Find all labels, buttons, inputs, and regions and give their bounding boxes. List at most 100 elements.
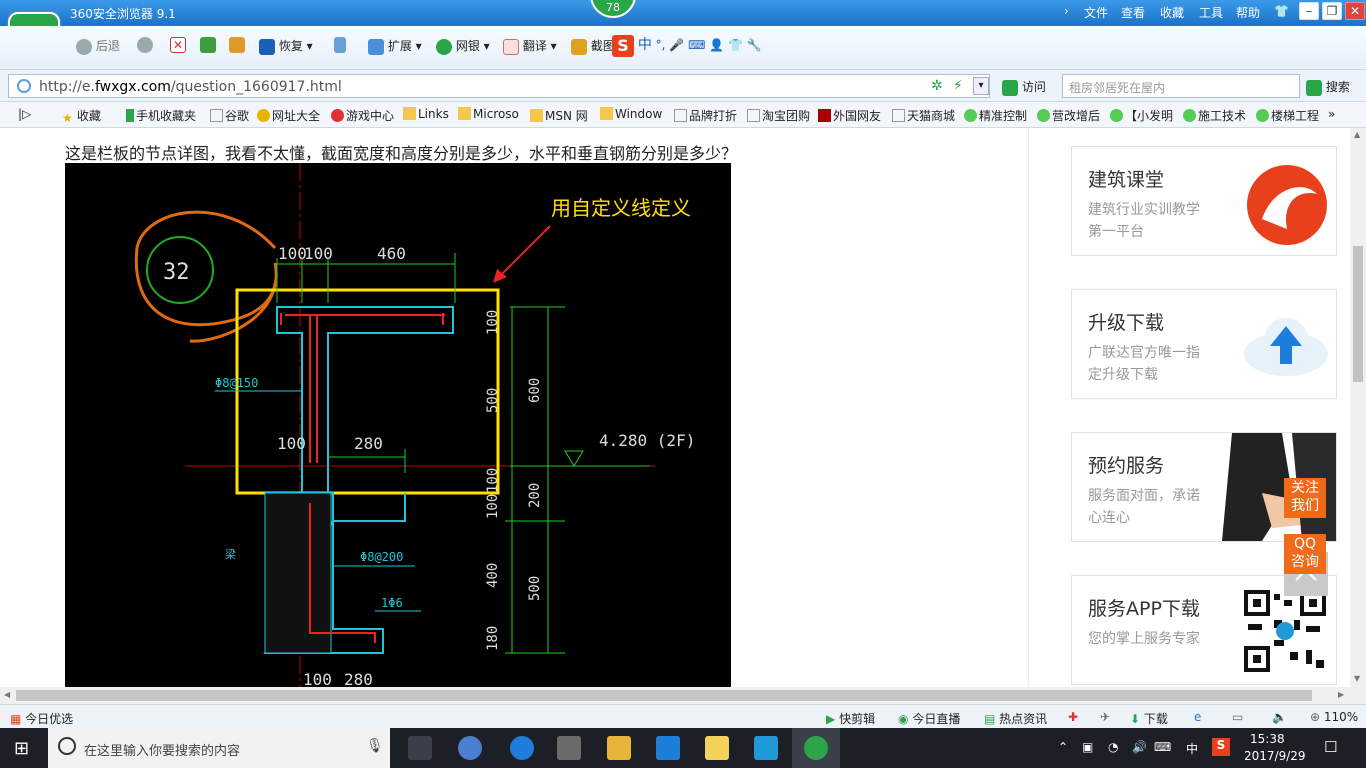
menu-favorites[interactable]: 收藏 [1160, 4, 1184, 21]
tray-up-icon[interactable]: ⌃ [1058, 740, 1068, 754]
pin-icon[interactable]: ✈ [1100, 710, 1110, 724]
fav-item[interactable]: 手机收藏夹 [126, 107, 196, 124]
lightning-icon[interactable]: ⚡ [953, 78, 963, 94]
qq-consult-button[interactable]: QQ咨询 [1284, 534, 1326, 574]
clock-date[interactable]: 2017/9/29 [1244, 749, 1306, 763]
close-button[interactable]: ✕ [1345, 2, 1365, 20]
daily-picks[interactable]: ▦ 今日优选 [10, 710, 73, 727]
score-badge[interactable]: 78 [590, 0, 636, 18]
fav-item[interactable]: 品牌打折 [674, 107, 737, 124]
horizontal-scrollbar[interactable]: ◀ ▶ [0, 687, 1366, 704]
mic-icon[interactable]: 🎤 [669, 38, 684, 52]
shirt-icon[interactable]: 👕 [728, 38, 743, 52]
scroll-up-icon[interactable]: ▲ [1354, 130, 1360, 139]
status-item-clip[interactable]: ▶ 快剪辑 [826, 710, 875, 727]
bank-button[interactable]: 网银 ▾ [436, 37, 490, 55]
fav-item[interactable]: 楼梯工程 [1256, 107, 1319, 124]
scroll-thumb[interactable] [1353, 246, 1363, 382]
sogou-tray-icon[interactable]: S [1212, 738, 1230, 756]
back-button[interactable]: 后退 [76, 37, 120, 55]
follow-us-button[interactable]: 关注我们 [1284, 478, 1326, 518]
security-icon[interactable]: ✲ [931, 78, 943, 94]
dropdown-icon[interactable]: ▾ [973, 77, 989, 95]
phone-button[interactable] [334, 37, 346, 53]
home-button[interactable] [229, 37, 245, 53]
keyboard-icon[interactable]: ⌨ [1154, 740, 1171, 754]
stop-button[interactable]: ✕ [170, 37, 186, 53]
app-icon[interactable] [458, 736, 482, 760]
fav-folder[interactable]: MSN 网 [530, 107, 588, 124]
store-icon[interactable] [557, 736, 581, 760]
fav-item[interactable]: 谷歌 [210, 107, 249, 124]
promo-card-download[interactable]: 升级下载 广联达官方唯一指定升级下载 [1071, 289, 1337, 399]
vertical-scrollbar[interactable]: ▲ ▼ [1350, 128, 1366, 687]
sidebar-toggle-icon[interactable]: |▷ [18, 107, 31, 121]
wifi-icon[interactable]: ◔ [1108, 740, 1118, 754]
fav-folder[interactable]: Links [403, 107, 449, 121]
more-favorites-icon[interactable]: » [1328, 107, 1335, 121]
notification-icon[interactable]: ☐ [1324, 738, 1337, 756]
extend-button[interactable]: 扩展 ▾ [368, 37, 422, 55]
address-bar[interactable]: http://e.fwxgx.com/question_1660917.html… [8, 74, 990, 98]
sogou-ime-bar[interactable]: S 中 °, 🎤 ⌨ 👤 👕 🔧 [612, 34, 762, 57]
clock-time[interactable]: 15:38 [1250, 732, 1285, 746]
windows-start-icon[interactable]: ⊞ [14, 738, 29, 759]
menu-view[interactable]: 查看 [1121, 4, 1145, 21]
notes-icon[interactable] [705, 736, 729, 760]
volume-icon[interactable]: 🔊 [1132, 740, 1147, 754]
fav-item[interactable]: 游戏中心 [331, 107, 394, 124]
ime-indicator[interactable]: 中 [1186, 740, 1198, 757]
window-icon[interactable]: ▭ [1232, 710, 1243, 724]
fav-item[interactable]: 网址大全 [257, 107, 320, 124]
microphone-icon[interactable]: 🎙 [366, 738, 384, 754]
restore-tabs-button[interactable]: 恢复 ▾ [259, 37, 313, 55]
menu-file[interactable]: 文件 [1084, 4, 1108, 21]
fav-item[interactable]: 外国网友 [818, 107, 881, 124]
fav-item[interactable]: 淘宝团购 [747, 107, 810, 124]
app-icon[interactable] [656, 736, 680, 760]
fav-folder[interactable]: Microso [458, 107, 519, 121]
scroll-right-icon[interactable]: ▶ [1338, 690, 1344, 699]
minimize-button[interactable]: – [1299, 2, 1319, 20]
status-item-live[interactable]: ◉ 今日直播 [898, 710, 960, 727]
status-red-icon[interactable]: ✚ [1068, 710, 1078, 724]
search-input[interactable]: 租房邻居死在屋内 [1062, 74, 1300, 98]
explorer-icon[interactable] [607, 736, 631, 760]
user-icon[interactable]: 👤 [709, 38, 724, 52]
scroll-thumb[interactable] [16, 690, 1312, 701]
scroll-left-icon[interactable]: ◀ [4, 690, 10, 699]
url-text[interactable]: http://e.fwxgx.com/question_1660917.html [39, 79, 342, 95]
ie-icon[interactable]: e [1194, 710, 1201, 724]
app-icon[interactable] [754, 736, 778, 760]
fav-item[interactable]: 天猫商城 [892, 107, 955, 124]
fav-item[interactable]: 【小发明 [1110, 107, 1173, 124]
fav-item[interactable]: 施工技术 [1183, 107, 1246, 124]
tray-network-icon[interactable]: ▣ [1082, 740, 1093, 754]
task-view-icon[interactable] [408, 736, 432, 760]
restore-button[interactable]: ❐ [1322, 2, 1342, 20]
fav-folder[interactable]: Window [600, 107, 662, 121]
menu-arrow-icon[interactable]: › [1064, 4, 1069, 18]
status-item-news[interactable]: ▤ 热点资讯 [984, 710, 1047, 727]
scroll-down-icon[interactable]: ▼ [1354, 674, 1360, 683]
forward-button[interactable] [137, 37, 153, 53]
wrench-icon[interactable]: 🔧 [747, 38, 762, 52]
visit-button[interactable]: 访问 [1002, 78, 1046, 96]
fav-item[interactable]: 营改增后 [1037, 107, 1100, 124]
fav-star[interactable]: ★ 收藏 [62, 107, 101, 125]
skin-icon[interactable]: 👕 [1274, 4, 1289, 18]
menu-tools[interactable]: 工具 [1199, 4, 1223, 21]
edge-icon[interactable] [510, 736, 534, 760]
search-button[interactable]: 搜索 [1306, 78, 1350, 96]
translate-button[interactable]: 翻译 ▾ [503, 37, 557, 55]
taskbar-search[interactable]: 在这里输入你要搜索的内容 🎙 [48, 728, 390, 768]
menu-help[interactable]: 帮助 [1236, 4, 1260, 21]
keyboard-icon[interactable]: ⌨ [688, 38, 705, 52]
fav-item[interactable]: 精准控制 [964, 107, 1027, 124]
screenshot-button[interactable]: 截图 [571, 37, 615, 55]
browser-task-icon[interactable] [804, 736, 828, 760]
promo-card-classroom[interactable]: 建筑课堂 建筑行业实训教学第一平台 [1071, 146, 1337, 256]
refresh-button[interactable] [200, 37, 216, 53]
volume-icon[interactable]: 🔈 [1272, 710, 1287, 724]
status-item-download[interactable]: ⬇ 下载 [1130, 710, 1168, 727]
